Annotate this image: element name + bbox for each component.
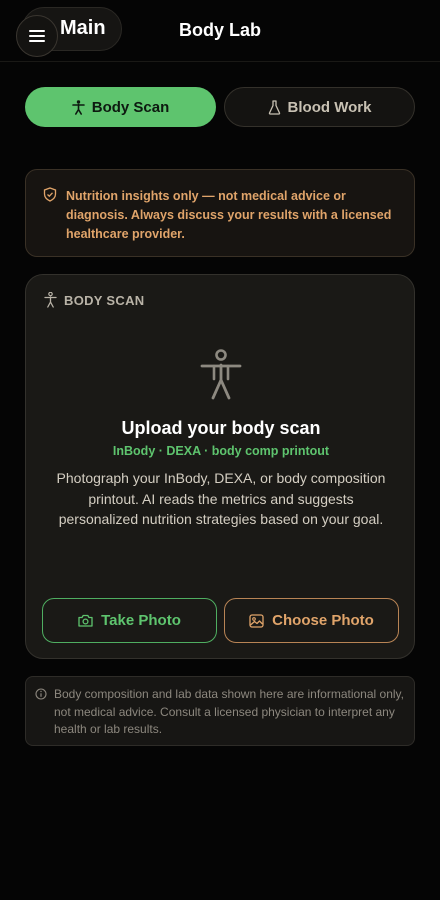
app-header: Main Body Lab (0, 0, 440, 62)
upload-subtitle: InBody · DEXA · body comp printout (112, 444, 330, 458)
flask-icon (268, 99, 280, 115)
tab-body-scan-label: Body Scan (91, 98, 170, 116)
tab-body-scan[interactable]: Body Scan (25, 87, 216, 127)
disclaimer-text: Nutrition insights only — not medical ad… (66, 189, 392, 241)
choose-photo-label: Choose Photo (272, 612, 374, 629)
tab-blood-work[interactable]: Blood Work (224, 87, 415, 127)
take-photo-label: Take Photo (101, 612, 181, 629)
camera-icon (78, 614, 93, 627)
person-icon (71, 99, 85, 115)
person-icon (44, 292, 57, 308)
tab-blood-work-label: Blood Work (287, 98, 372, 116)
info-note-text: Body composition and lab data shown here… (54, 687, 404, 736)
image-icon (249, 613, 264, 628)
choose-photo-button[interactable]: Choose Photo (224, 598, 399, 643)
page-title: Body Lab (178, 20, 261, 40)
upload-title: Upload your body scan (121, 418, 321, 438)
body-scan-card: BODY SCAN Upload your body scan InBody ·… (25, 274, 415, 659)
medical-disclaimer-banner: Nutrition insights only — not medical ad… (25, 169, 415, 257)
info-note: Body composition and lab data shown here… (25, 676, 415, 746)
take-photo-button[interactable]: Take Photo (42, 598, 217, 643)
section-label: BODY SCAN (64, 292, 145, 308)
body-figure-icon (200, 349, 242, 400)
card-header: BODY SCAN (44, 292, 144, 308)
upload-description: Photograph your InBody, DEXA, or body co… (56, 470, 386, 527)
info-icon (35, 688, 47, 700)
shield-icon (43, 187, 57, 202)
